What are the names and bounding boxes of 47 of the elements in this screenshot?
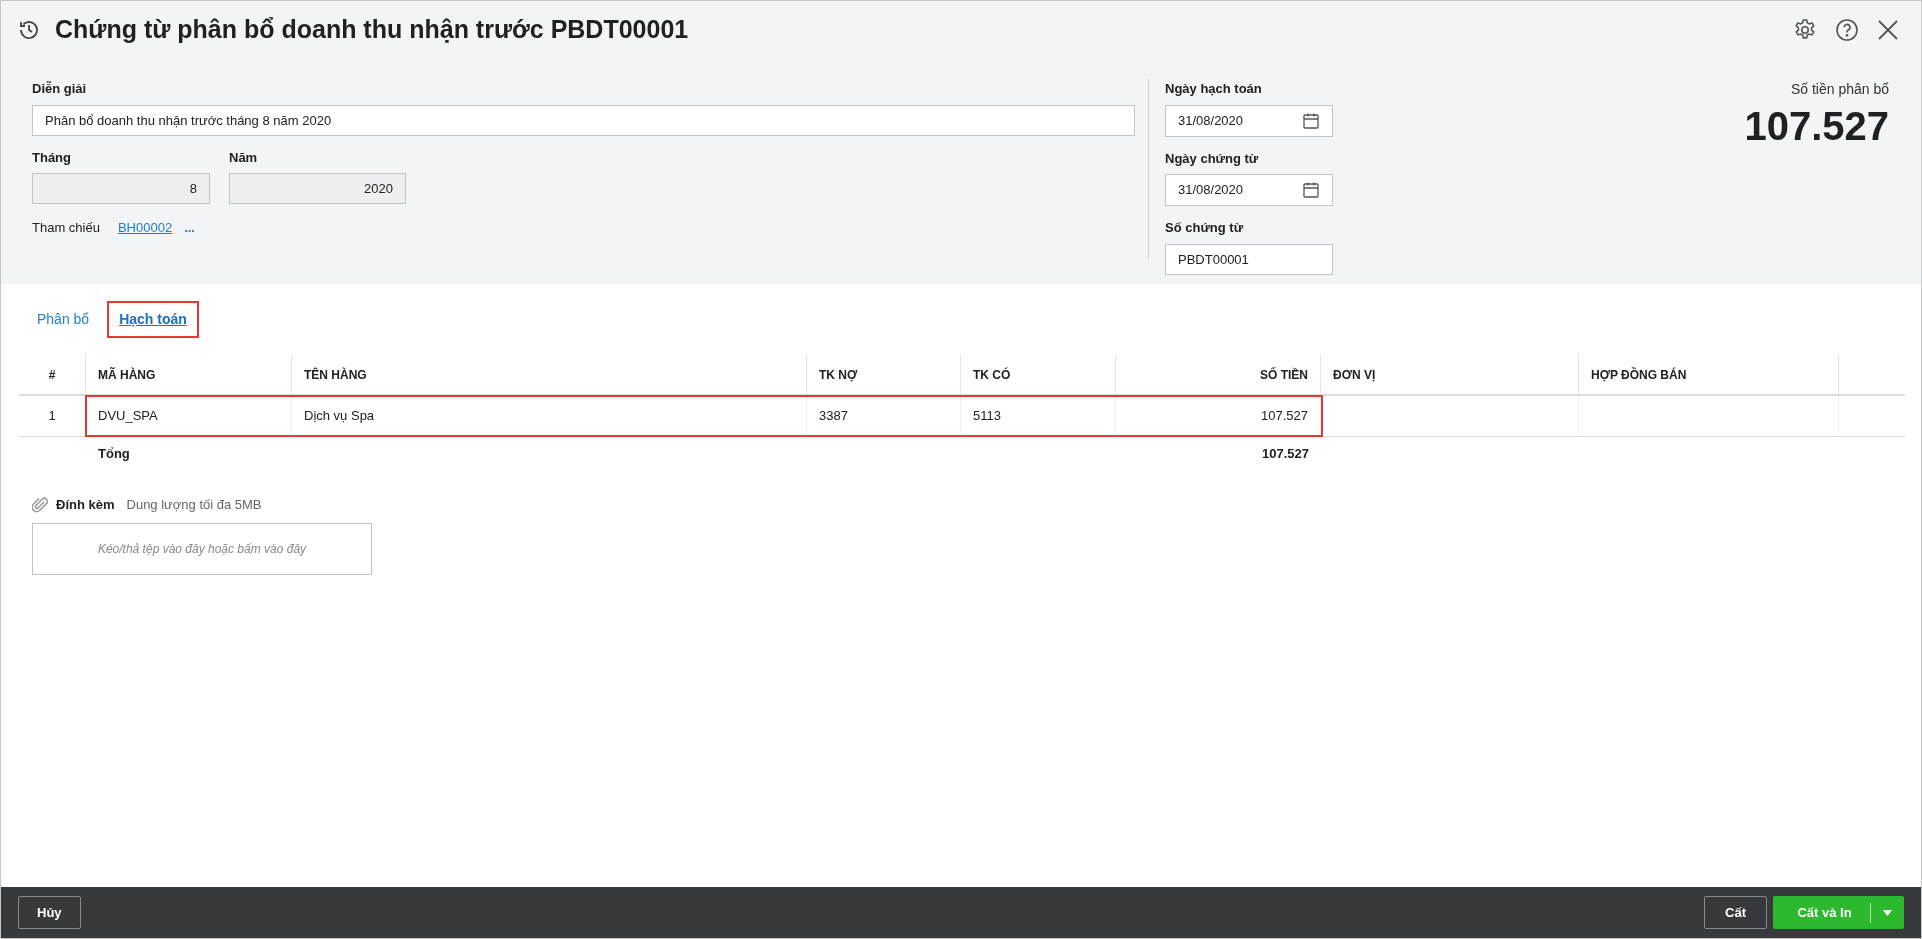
column-header: HỢP ĐỒNG BÁN [1579, 355, 1839, 394]
column-header: # [19, 355, 86, 394]
field-label: Ngày chứng từ [1165, 149, 1260, 168]
table-cell: 1 [19, 396, 86, 436]
reference-link[interactable]: BH00002 [117, 218, 173, 238]
caret-icon[interactable] [1883, 909, 1892, 916]
column-header: SỐ TIỀN [1116, 355, 1321, 394]
save-button[interactable]: Cất [1704, 896, 1767, 929]
date-field[interactable]: 31/08/2020 [1165, 104, 1333, 137]
table-cell: DVU_SPA [86, 396, 292, 436]
settings-icon[interactable] [1793, 18, 1817, 42]
calendar-icon[interactable] [1302, 111, 1320, 130]
cancel-button[interactable]: Hủy [18, 896, 81, 929]
field-label: Tháng [32, 148, 72, 167]
total-label: Tổng [97, 445, 131, 464]
calendar-icon[interactable] [1302, 181, 1320, 199]
column-header: ĐƠN VỊ [1321, 355, 1579, 394]
attachment-label: Đính kèm [56, 496, 115, 514]
reference-label: Tham chiếu [32, 219, 100, 237]
tab[interactable]: Phân bổ [37, 302, 90, 336]
table-cell: Dịch vụ Spa [292, 396, 807, 436]
field-label: Năm [229, 148, 259, 167]
column-header: TK NỢ [807, 355, 961, 394]
close-icon[interactable] [1877, 19, 1899, 41]
tab[interactable]: Hạch toán [109, 302, 197, 336]
column-header: MÃ HÀNG [86, 355, 292, 394]
table-cell: 5113 [961, 396, 1116, 436]
column-header: TÊN HÀNG [292, 355, 807, 394]
file-dropzone[interactable]: Kéo/thả tệp vào đây hoặc bấm vào đây [32, 522, 372, 575]
field-label: Số chứng từ [1165, 219, 1245, 237]
paperclip-icon [32, 495, 48, 514]
more-link[interactable]: ... [184, 218, 195, 238]
field-label: Ngày hạch toán [1165, 80, 1263, 98]
column-header: TK CÓ [961, 355, 1116, 394]
input-field[interactable]: Phân bổ doanh thu nhận trước tháng 8 năm 2020 [32, 104, 1135, 136]
window-title: Chứng từ phân bổ doanh thu nhận trước PBDT00001 [55, 14, 689, 46]
attachment-hint: Dung lượng tối đa 5MB [126, 496, 262, 514]
amount-value: 107.527 [1744, 103, 1889, 150]
history-icon[interactable] [17, 18, 41, 42]
table-cell: 3387 [807, 396, 961, 436]
input-field[interactable]: PBDT00001 [1165, 243, 1333, 275]
table-cell: 107.527 [1116, 396, 1321, 436]
field-label: Diễn giải [32, 80, 88, 98]
help-icon[interactable] [1835, 18, 1859, 42]
date-field[interactable]: 31/08/2020 [1165, 174, 1333, 206]
total-value: 107.527 [1261, 445, 1310, 464]
amount-label: Số tiền phân bổ [1790, 80, 1889, 99]
